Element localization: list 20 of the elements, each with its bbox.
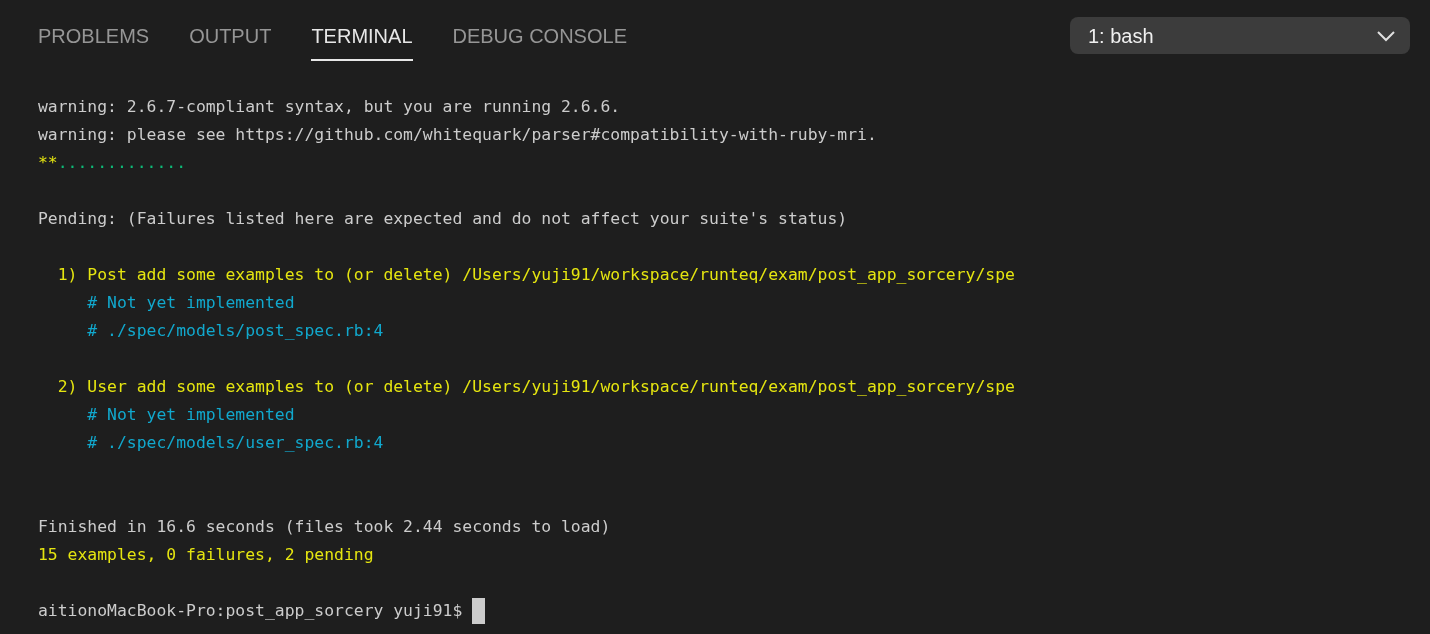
terminal-text: 2) User add some examples to (or delete) /Users/yuji91/workspace/runteq/exam/post_app_sorcery/spe	[56, 375, 1015, 398]
shell-prompt: aitionoMacBook-Pro:post_app_sorcery yuji91$	[38, 599, 463, 622]
panel-tab[interactable]: DEBUG CONSOLE	[452, 23, 627, 61]
terminal-text: # Not yet implemented	[86, 403, 295, 426]
terminal-text: # ./spec/models/user_spec.rb:4	[86, 431, 384, 454]
terminal-text: warning: 2.6.7-compliant syntax, but you are running 2.6.6.	[38, 95, 621, 118]
panel-tab[interactable]: PROBLEMS	[38, 23, 150, 61]
terminal-text: 1) Post add some examples to (or delete) /Users/yuji91/workspace/runteq/exam/post_app_sorcery/spe	[56, 263, 1015, 286]
panel-tab[interactable]: TERMINAL	[311, 23, 413, 61]
terminal-text: Finished in 16.6 seconds (files took 2.44 seconds to load)	[38, 515, 611, 538]
chevron-down-icon	[1376, 29, 1396, 42]
terminal-text: warning: please see https://github.com/whitequark/parser#compatibility-with-ruby-mri.	[38, 123, 877, 146]
terminal-text: # Not yet implemented	[86, 291, 295, 314]
terminal-text: Pending: (Failures listed here are expected and do not affect your suite's status)	[38, 207, 848, 230]
terminal-select[interactable]: 1: bash	[1070, 17, 1410, 54]
terminal-text: .............	[57, 151, 187, 174]
terminal-text: 15 examples, 0 failures, 2 pending	[38, 543, 374, 566]
terminal-text: **	[38, 151, 58, 174]
panel-tab[interactable]: OUTPUT	[189, 23, 272, 61]
terminal-text: # ./spec/models/post_spec.rb:4	[86, 319, 384, 342]
